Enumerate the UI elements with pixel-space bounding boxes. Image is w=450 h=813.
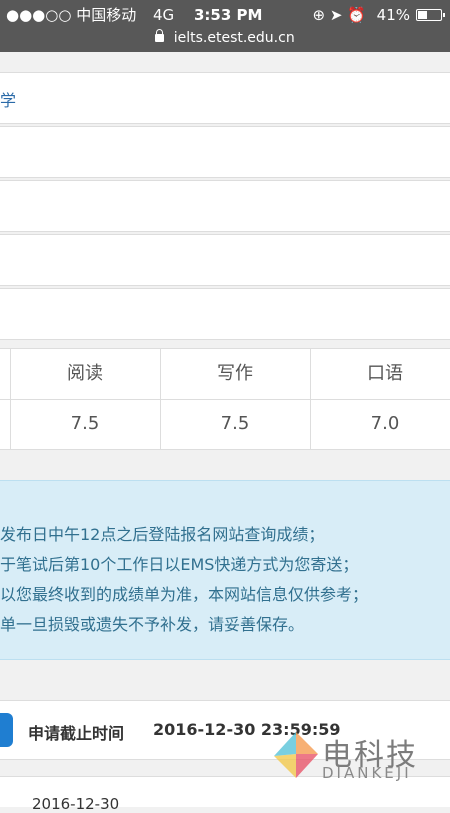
- watermark-logo-icon: [274, 732, 318, 778]
- notice-box: 发布日中午12点之后登陆报名网站查询成绩； 于笔试后第10个工作日以EMS快递方…: [0, 480, 450, 660]
- deadline-marker-icon: [0, 713, 13, 747]
- lock-icon: [155, 29, 165, 42]
- watermark-text-en: DIANKEJI: [322, 764, 412, 782]
- carrier-signal: ●●●○○ 中国移动 4G: [6, 5, 174, 25]
- header-speaking: 口语: [367, 363, 403, 384]
- address-bar[interactable]: ielts.etest.edu.cn: [0, 28, 450, 48]
- battery-percent: 41%: [376, 6, 410, 24]
- notice-line: 发布日中午12点之后登陆报名网站查询成绩；: [0, 525, 325, 544]
- carrier-name: ●●●○○ 中国移动: [6, 6, 137, 24]
- clock: 3:53 PM: [194, 6, 263, 24]
- notice-line: 单一旦损毁或遗失不予补发，请妥善保存。: [0, 615, 305, 634]
- watermark: 电科技 DIANKEJI: [268, 728, 448, 790]
- score-table: 阅读 写作 口语 7.5 7.5 7.0: [0, 348, 450, 450]
- form-row: [0, 180, 450, 232]
- score-writing: 7.5: [220, 413, 250, 434]
- score-speaking: 7.0: [370, 413, 400, 434]
- status-bar: ●●●○○ 中国移动 4G 3:53 PM ⊕ ➤ ⏰ 41% ielts.et…: [0, 0, 450, 52]
- notice-line: 以您最终收到的成绩单为准，本网站信息仅供参考；: [0, 585, 369, 604]
- network-type: 4G: [153, 6, 175, 24]
- status-icon-group: ⊕ ➤ ⏰: [312, 6, 366, 24]
- battery-icon: [416, 9, 445, 21]
- score-reading: 7.5: [70, 413, 100, 434]
- battery-nub: [443, 13, 445, 17]
- url-domain: ielts.etest.edu.cn: [173, 30, 295, 46]
- score-table-header: 阅读 写作 口语: [0, 349, 450, 400]
- status-icons: ⊕ ➤ ⏰ 41%: [313, 5, 410, 25]
- form-row: [0, 288, 450, 340]
- header-writing: 写作: [217, 363, 253, 384]
- next-row-text: 2016-12-30: [32, 795, 120, 813]
- form-row: 学: [0, 72, 450, 124]
- battery-fill: [418, 11, 427, 19]
- score-table-row: 7.5 7.5 7.0: [0, 399, 450, 449]
- notice-line: 于笔试后第10个工作日以EMS快递方式为您寄送；: [0, 555, 359, 574]
- form-row-text: 学: [0, 91, 17, 110]
- header-reading: 阅读: [67, 363, 103, 384]
- form-row: [0, 126, 450, 178]
- form-row: [0, 234, 450, 286]
- form-section: 学: [0, 72, 450, 342]
- deadline-label: 申请截止时间: [28, 724, 125, 743]
